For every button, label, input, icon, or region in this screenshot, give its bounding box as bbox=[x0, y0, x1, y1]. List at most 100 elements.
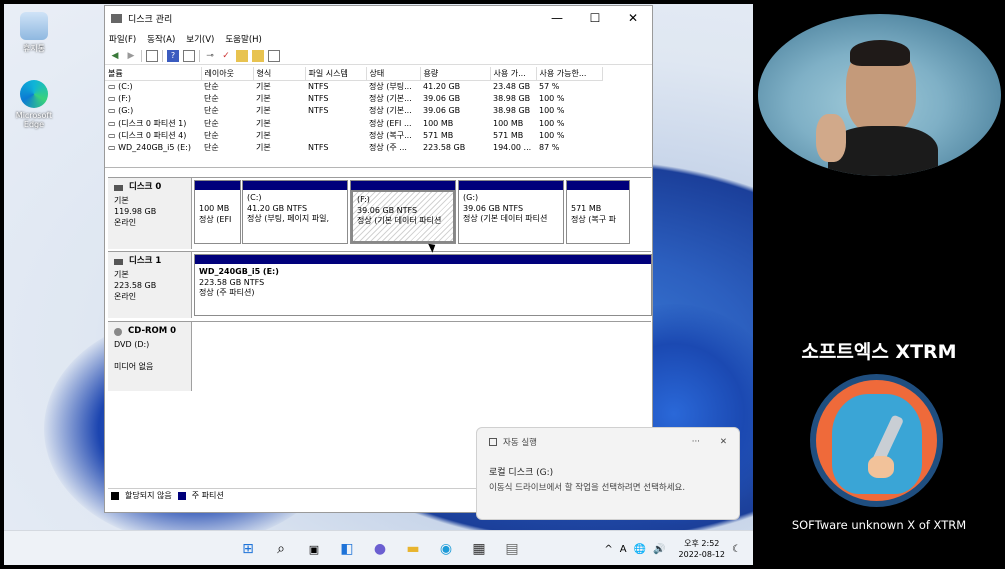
presenter-hand bbox=[816, 114, 846, 162]
network-icon[interactable]: 🌐 bbox=[634, 544, 646, 555]
col-free-percent[interactable]: 사용 가능한... bbox=[536, 67, 603, 81]
type-cell: 기본 bbox=[256, 143, 271, 153]
table-row[interactable]: ▭ (G:) 단순 기본 NTFS 정상 (기본... 39.06 GB 38.… bbox=[105, 105, 602, 117]
menu-view[interactable]: 보기(V) bbox=[186, 33, 214, 45]
taskbar: ⊞ ⌕ ▣ ◧ ● ▬ ◉ ▦ ▤ ^ A 🌐 🔊 오후 2:52 2022-0… bbox=[4, 530, 753, 565]
system-tray: ^ A 🌐 🔊 오후 2:52 2022-08-12 ☾ bbox=[604, 538, 741, 560]
export-icon[interactable] bbox=[252, 49, 264, 62]
free-cell: 38.98 GB bbox=[493, 93, 531, 103]
logo-hand bbox=[868, 456, 894, 478]
help-icon[interactable]: ? bbox=[167, 49, 179, 62]
notification-close-button[interactable]: ✕ bbox=[720, 437, 727, 447]
search-icon[interactable]: ⌕ bbox=[271, 539, 291, 559]
task-view-icon[interactable]: ▣ bbox=[304, 539, 324, 559]
table-row[interactable]: ▭ WD_240GB_i5 (E:) 단순 기본 NTFS 정상 (주 ... … bbox=[105, 141, 602, 153]
table-row[interactable]: ▭ (디스크 0 파티션 4) 단순 기본 정상 (복구... 571 MB 5… bbox=[105, 129, 602, 141]
volume-icon: ▭ bbox=[108, 130, 119, 140]
chevron-up-icon[interactable]: ^ bbox=[604, 544, 612, 555]
menu-action[interactable]: 동작(A) bbox=[147, 33, 175, 45]
free-cell: 100 MB bbox=[493, 118, 524, 128]
legend-swatch-primary bbox=[177, 491, 186, 500]
table-row[interactable]: ▭ (C:) 단순 기본 NTFS 정상 (부팅... 41.20 GB 23.… bbox=[105, 80, 602, 92]
table-row[interactable]: ▭ (디스크 0 파티션 1) 단순 기본 정상 (EFI ... 100 MB… bbox=[105, 117, 602, 129]
recycle-bin-icon bbox=[20, 12, 48, 40]
partition-title: (C:) bbox=[247, 193, 262, 202]
menu-bar: 파일(F) 동작(A) 보기(V) 도움말(H) bbox=[105, 30, 652, 47]
toolbar-separator bbox=[141, 49, 142, 62]
free-percent-cell: 100 % bbox=[539, 93, 565, 103]
capacity-cell: 41.20 GB bbox=[423, 81, 461, 91]
free-cell: 571 MB bbox=[493, 130, 524, 140]
desktop-icon-recycle-bin[interactable]: 휴지통 bbox=[9, 12, 59, 54]
volume-name: ▭ (G:) bbox=[108, 106, 134, 116]
partition-title: (F:) bbox=[357, 195, 370, 204]
more-options-button[interactable]: ··· bbox=[692, 437, 700, 447]
partition-c[interactable]: (C:) 41.20 GB NTFS 정상 (부팅, 페이지 파일, bbox=[242, 180, 348, 244]
col-free[interactable]: 사용 가... bbox=[490, 67, 537, 81]
desktop: 휴지통 Microsoft Edge 디스크 관리 — ☐ ✕ 파일(F) 동작… bbox=[4, 4, 753, 565]
store-icon[interactable]: ▦ bbox=[469, 539, 489, 559]
status-cell: 정상 (복구... bbox=[369, 130, 412, 140]
partition-f[interactable]: (F:) 39.06 GB NTFS 정상 (기본 데이터 파티션 bbox=[350, 180, 456, 244]
connect-icon[interactable]: ⊸ bbox=[204, 50, 216, 62]
volume-icon[interactable]: 🔊 bbox=[653, 544, 665, 555]
partition-size: 39.06 GB NTFS bbox=[463, 203, 524, 213]
close-button[interactable]: ✕ bbox=[614, 11, 652, 25]
partition-efi[interactable]: 100 MB 정상 (EFI bbox=[194, 180, 241, 244]
partition-recovery[interactable]: 571 MB 정상 (복구 파 bbox=[566, 180, 630, 244]
volume-icon: ▭ bbox=[108, 93, 119, 103]
check-icon[interactable]: ✓ bbox=[220, 50, 232, 62]
menu-help[interactable]: 도움말(H) bbox=[225, 33, 261, 45]
back-icon[interactable]: ◀ bbox=[109, 50, 121, 62]
forward-icon[interactable]: ▶ bbox=[125, 50, 137, 62]
col-layout[interactable]: 레이아웃 bbox=[201, 67, 254, 81]
disk-management-icon[interactable]: ▤ bbox=[502, 539, 522, 559]
cdrom-0-row: CD-ROM 0 DVD (D:) 미디어 없음 bbox=[108, 321, 651, 391]
teams-chat-icon[interactable]: ● bbox=[370, 539, 390, 559]
widgets-icon[interactable]: ◧ bbox=[337, 539, 357, 559]
folder-icon[interactable] bbox=[236, 49, 248, 62]
properties-icon[interactable] bbox=[183, 49, 195, 62]
status-cell: 정상 (주 ... bbox=[369, 143, 407, 153]
disk-type: DVD (D:) bbox=[114, 340, 150, 349]
presenter-hair bbox=[850, 40, 910, 66]
col-type[interactable]: 형식 bbox=[253, 67, 306, 81]
focus-assist-icon[interactable]: ☾ bbox=[732, 544, 741, 555]
volume-icon: ▭ bbox=[108, 106, 119, 116]
partition-e[interactable]: WD_240GB_i5 (E:) 223.58 GB NTFS 정상 (주 파티션) bbox=[194, 254, 652, 316]
windows-start-icon[interactable]: ⊞ bbox=[238, 539, 258, 559]
volume-name: ▭ (디스크 0 파티션 1) bbox=[108, 118, 187, 128]
col-volume[interactable]: 볼륨 bbox=[105, 67, 202, 81]
title-bar[interactable]: 디스크 관리 — ☐ ✕ bbox=[105, 6, 652, 30]
partition-g[interactable]: (G:) 39.06 GB NTFS 정상 (기본 데이터 파티션 bbox=[458, 180, 564, 244]
console-icon[interactable] bbox=[146, 49, 158, 62]
autoplay-notification[interactable]: 자동 실행 ··· ✕ 로컬 디스크 (G:) 이동식 드라이브에서 할 작업을… bbox=[476, 427, 740, 520]
legend-label: 할당되지 않음 bbox=[125, 491, 172, 500]
table-row[interactable]: ▭ (F:) 단순 기본 NTFS 정상 (기본... 39.06 GB 38.… bbox=[105, 92, 602, 104]
disk-0-label[interactable]: 디스크 0 기본 119.98 GB 온라인 bbox=[108, 178, 192, 249]
col-filesystem[interactable]: 파일 시스템 bbox=[305, 67, 367, 81]
disk-1-label[interactable]: 디스크 1 기본 223.58 GB 온라인 bbox=[108, 252, 192, 318]
file-explorer-icon[interactable]: ▬ bbox=[403, 539, 423, 559]
cdrom-0-label[interactable]: CD-ROM 0 DVD (D:) 미디어 없음 bbox=[108, 322, 192, 391]
menu-file[interactable]: 파일(F) bbox=[109, 33, 136, 45]
disk-type: 기본 bbox=[114, 196, 129, 205]
disk-state: 미디어 없음 bbox=[114, 362, 154, 371]
minimize-button[interactable]: — bbox=[538, 11, 576, 25]
partition-status: 정상 (주 파티션) bbox=[199, 288, 255, 297]
edge-icon[interactable]: ◉ bbox=[436, 539, 456, 559]
col-status[interactable]: 상태 bbox=[366, 67, 421, 81]
maximize-button[interactable]: ☐ bbox=[576, 11, 614, 25]
primary-partition-bar bbox=[351, 181, 455, 190]
clock[interactable]: 오후 2:52 2022-08-12 bbox=[679, 538, 726, 560]
desktop-icon-edge[interactable]: Microsoft Edge bbox=[9, 80, 59, 129]
col-capacity[interactable]: 용량 bbox=[420, 67, 491, 81]
free-percent-cell: 57 % bbox=[539, 81, 560, 91]
channel-tagline: SOFTware unknown X of XTRM bbox=[791, 518, 967, 532]
partition-status: 정상 (기본 데이터 파티션 bbox=[357, 216, 442, 225]
ime-indicator[interactable]: A bbox=[620, 544, 627, 555]
list-icon[interactable] bbox=[268, 49, 280, 62]
notification-body: 이동식 드라이브에서 할 작업을 선택하려면 선택하세요. bbox=[489, 483, 686, 493]
primary-partition-bar bbox=[195, 255, 651, 264]
toolbar-separator bbox=[199, 49, 200, 62]
